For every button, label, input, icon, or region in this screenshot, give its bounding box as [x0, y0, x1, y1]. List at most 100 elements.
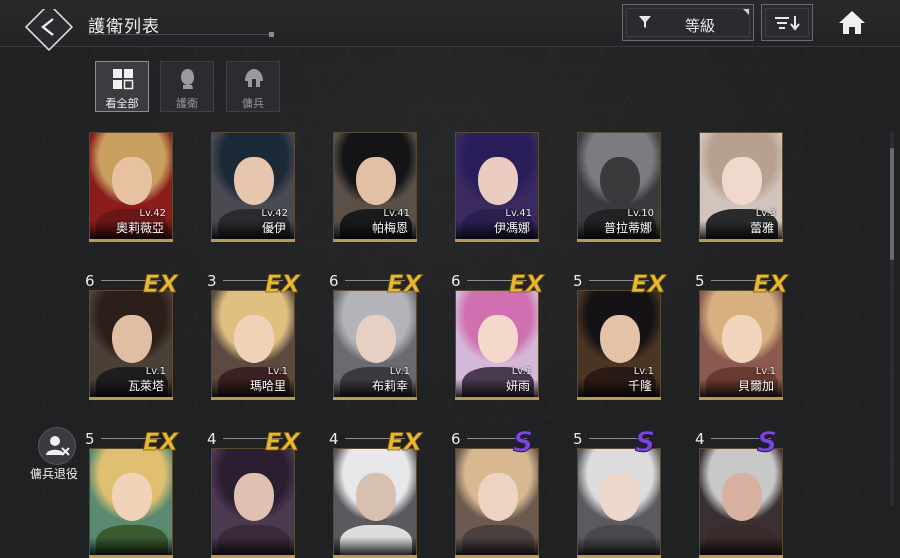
back-button[interactable] [24, 2, 74, 59]
portrait-face [234, 315, 274, 363]
title-underline [88, 32, 274, 37]
portrait-face [600, 473, 640, 521]
card-frame-line [699, 239, 783, 242]
character-level: Lv.42 [139, 208, 166, 219]
character-card[interactable]: Lv.42 優伊 [211, 132, 295, 242]
character-level: Lv.1 [511, 366, 532, 377]
rank-text: EX [265, 428, 301, 456]
mercenary-helmet-icon [245, 69, 263, 87]
list-scrollbar[interactable] [890, 132, 894, 506]
portrait-face [234, 157, 274, 205]
filter-label: 等級 [685, 17, 716, 35]
back-arrow-icon [24, 2, 74, 52]
rank-text: S [513, 425, 533, 456]
rank-ex-badge: EX [387, 270, 424, 298]
rank-s-badge: S [635, 425, 656, 457]
filter-funnel-icon [639, 16, 651, 28]
character-card[interactable]: Lv.1 瓦萊塔 6 EX [85, 270, 180, 400]
rank-ex-badge: EX [265, 270, 302, 298]
name-bar [212, 537, 294, 555]
level-filter-button[interactable]: 等級 [622, 4, 754, 41]
rank-text: S [757, 425, 777, 456]
character-name: 妍雨 [505, 379, 530, 393]
card-frame-line [333, 239, 417, 242]
home-button[interactable] [836, 8, 868, 38]
tab-guards[interactable]: 護衛 [160, 61, 214, 112]
character-portrait: Lv.3 蕾雅 [699, 132, 783, 240]
rank-ex-badge: EX [753, 270, 790, 298]
star-count: 5 [573, 272, 583, 290]
character-level: Lv.41 [383, 208, 410, 219]
character-level: Lv.1 [633, 366, 654, 377]
portrait-face [112, 157, 152, 205]
character-card[interactable]: Lv.1 貝爾加 5 EX [695, 270, 790, 400]
portrait-face [356, 315, 396, 363]
character-portrait: Lv.1 貝爾加 [699, 290, 783, 398]
retire-mercenary-button[interactable]: 傭兵退役 [30, 427, 86, 483]
character-card[interactable]: 4 EX [207, 428, 302, 558]
portrait-face [234, 473, 274, 521]
home-icon [839, 11, 865, 34]
sort-descending-icon [775, 16, 800, 31]
character-card[interactable]: Lv.10 普拉蒂娜 [577, 132, 661, 242]
character-portrait [455, 448, 539, 556]
rank-ex-badge: EX [143, 428, 180, 456]
character-portrait [577, 448, 661, 556]
tab-view-all[interactable]: 看全部 [95, 61, 149, 112]
character-level: Lv.3 [755, 208, 776, 219]
character-card[interactable]: Lv.41 帕梅恩 [333, 132, 417, 242]
portrait-face [112, 315, 152, 363]
star-count: 5 [85, 430, 95, 448]
portrait-face [722, 473, 762, 521]
rank-text: EX [509, 270, 545, 298]
rank-s-badge: S [757, 425, 778, 457]
portrait-face [600, 315, 640, 363]
character-portrait: Lv.1 妍雨 [455, 290, 539, 398]
character-card[interactable]: 4 S [695, 425, 783, 558]
tab-label: 傭兵 [242, 97, 264, 110]
guard-head-icon [181, 69, 194, 89]
character-name: 瓦萊塔 [127, 379, 164, 393]
character-card[interactable]: 6 S [451, 425, 539, 558]
character-portrait [699, 448, 783, 556]
rank-text: EX [143, 428, 179, 456]
tab-mercenaries[interactable]: 傭兵 [226, 61, 280, 112]
portrait-face [478, 315, 518, 363]
character-portrait [89, 448, 173, 556]
retire-icon-circle [38, 427, 76, 465]
character-card[interactable]: 5 S [573, 425, 661, 558]
character-card[interactable]: Lv.3 蕾雅 [699, 132, 783, 242]
rank-text: EX [631, 270, 667, 298]
card-frame-line [455, 397, 539, 400]
rank-text: EX [387, 270, 423, 298]
rank-text: EX [387, 428, 423, 456]
portrait-face [478, 157, 518, 205]
character-name: 優伊 [261, 221, 286, 235]
portrait-face [356, 157, 396, 205]
character-level: Lv.1 [389, 366, 410, 377]
grid-icon [113, 69, 134, 90]
character-card[interactable]: 5 EX [85, 428, 180, 558]
character-card[interactable]: Lv.41 伊馮娜 [455, 132, 539, 242]
name-bar [456, 537, 538, 555]
card-frame-line [211, 397, 295, 400]
character-card[interactable]: Lv.1 布莉幸 6 EX [329, 270, 424, 400]
card-frame-line [211, 239, 295, 242]
sort-button[interactable] [761, 4, 813, 41]
character-card[interactable]: Lv.1 千隆 5 EX [573, 270, 668, 400]
character-name: 普拉蒂娜 [603, 221, 652, 235]
tab-label: 看全部 [105, 97, 139, 110]
character-card[interactable]: Lv.1 瑪哈里 3 EX [207, 270, 302, 400]
card-frame-line [89, 239, 173, 242]
character-card[interactable]: Lv.1 妍雨 6 EX [451, 270, 546, 400]
rank-text: S [635, 425, 655, 456]
scrollbar-thumb[interactable] [890, 148, 894, 260]
rank-s-badge: S [513, 425, 534, 457]
card-frame-line [455, 239, 539, 242]
character-card[interactable]: Lv.42 奧莉薇亞 [89, 132, 173, 242]
top-bar: 護衛列表 等級 [0, 0, 900, 52]
character-portrait: Lv.1 千隆 [577, 290, 661, 398]
rank-ex-badge: EX [387, 428, 424, 456]
card-frame-line [577, 239, 661, 242]
character-card[interactable]: 4 EX [329, 428, 424, 558]
